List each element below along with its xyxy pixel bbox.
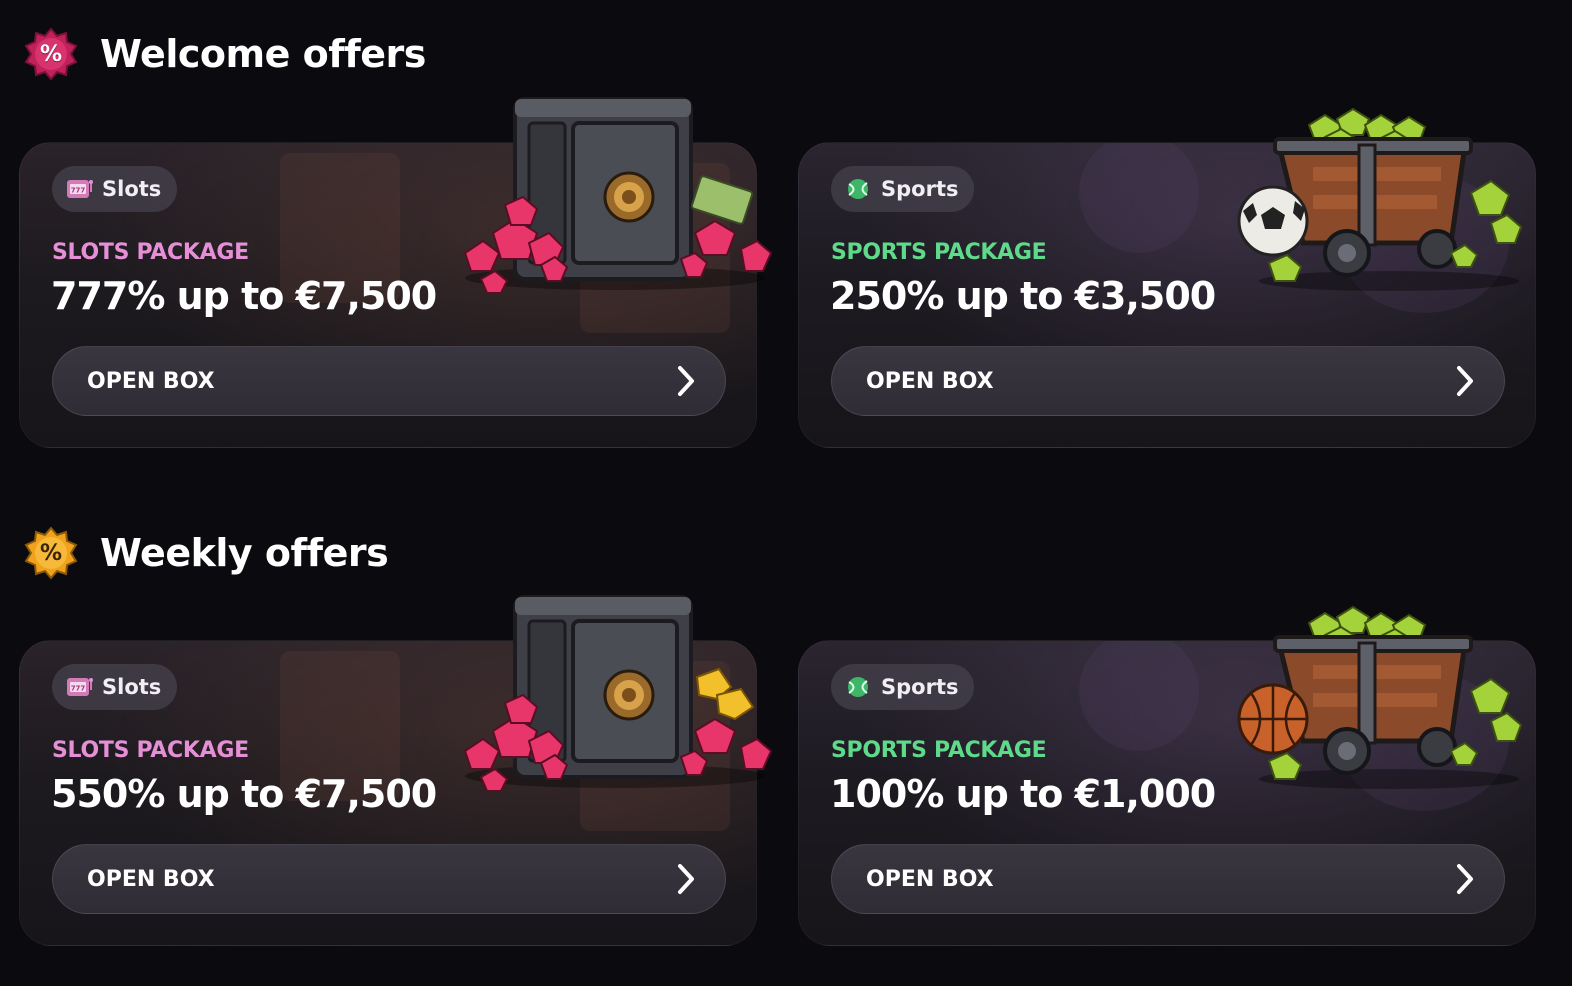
offer-card-weekly-sports: Sports SPORTS PACKAGE 100% up to €1,000 …	[798, 605, 1536, 946]
chevron-right-icon	[1457, 366, 1473, 396]
package-label: SLOTS PACKAGE	[52, 738, 249, 763]
open-box-label: OPEN BOX	[866, 866, 994, 892]
chevron-right-icon	[678, 864, 694, 894]
welcome-offers-header: % Welcome offers	[24, 27, 426, 81]
package-label: SLOTS PACKAGE	[52, 240, 249, 265]
open-box-button[interactable]: OPEN BOX	[831, 844, 1505, 914]
open-box-button[interactable]: OPEN BOX	[831, 346, 1505, 416]
offer-amount: 250% up to €3,500	[830, 274, 1216, 318]
percent-badge-icon: %	[24, 27, 78, 81]
offer-amount: 550% up to €7,500	[51, 772, 437, 816]
svg-text:777: 777	[71, 685, 86, 693]
slot-machine-icon: 777	[67, 678, 93, 696]
offers-page: % Welcome offers 777 Slots SLOTS PACKAGE…	[0, 0, 1572, 986]
offer-card-welcome-sports: Sports SPORTS PACKAGE 250% up to €3,500 …	[798, 107, 1536, 448]
tennis-ball-icon	[848, 179, 868, 199]
category-tag: Sports	[831, 664, 975, 710]
safe-illustration-icon	[463, 595, 773, 791]
category-tag: 777 Slots	[52, 664, 178, 710]
category-label: Sports	[881, 675, 959, 699]
package-label: SPORTS PACKAGE	[831, 738, 1047, 763]
chevron-right-icon	[678, 366, 694, 396]
svg-text:777: 777	[71, 187, 86, 195]
open-box-label: OPEN BOX	[866, 368, 994, 394]
open-box-button[interactable]: OPEN BOX	[52, 844, 726, 914]
mine-cart-illustration-icon	[1237, 107, 1523, 291]
category-label: Sports	[881, 177, 959, 201]
section-title: Weekly offers	[100, 531, 389, 575]
slot-machine-icon: 777	[67, 180, 93, 198]
section-title: Welcome offers	[100, 32, 426, 76]
mine-cart-illustration-icon	[1237, 605, 1523, 789]
category-label: Slots	[102, 177, 162, 201]
offer-amount: 100% up to €1,000	[830, 772, 1216, 816]
category-label: Slots	[102, 675, 162, 699]
chevron-right-icon	[1457, 864, 1473, 894]
offer-card-welcome-slots: 777 Slots SLOTS PACKAGE 777% up to €7,50…	[19, 97, 773, 448]
open-box-label: OPEN BOX	[87, 866, 215, 892]
category-tag: Sports	[831, 166, 975, 212]
open-box-label: OPEN BOX	[87, 368, 215, 394]
package-label: SPORTS PACKAGE	[831, 240, 1047, 265]
category-tag: 777 Slots	[52, 166, 178, 212]
offer-card-weekly-slots: 777 Slots SLOTS PACKAGE 550% up to €7,50…	[19, 595, 773, 946]
tennis-ball-icon	[848, 677, 868, 697]
offer-amount: 777% up to €7,500	[51, 274, 437, 318]
percent-badge-icon: %	[24, 526, 78, 580]
open-box-button[interactable]: OPEN BOX	[52, 346, 726, 416]
safe-illustration-icon	[463, 97, 773, 293]
weekly-offers-header: % Weekly offers	[24, 526, 389, 580]
